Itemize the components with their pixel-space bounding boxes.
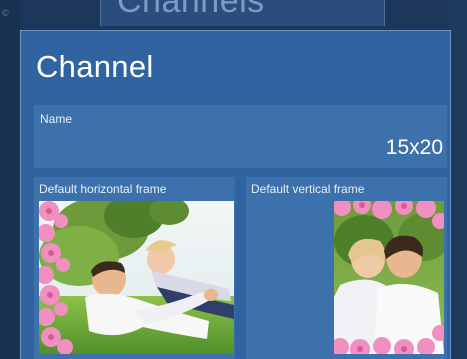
vertical-frame-photo-svg bbox=[334, 201, 444, 354]
vertical-frame-image[interactable] bbox=[334, 201, 444, 354]
background-left-glyph: © bbox=[2, 8, 9, 18]
horizontal-frame-picker[interactable]: Default horizontal frame bbox=[34, 177, 235, 359]
horizontal-frame-photo-svg bbox=[39, 201, 234, 354]
name-value[interactable]: 15x20 bbox=[386, 136, 443, 160]
vertical-frame-picker[interactable]: Default vertical frame bbox=[246, 177, 447, 359]
background-page-title: Channels bbox=[117, 0, 265, 20]
name-field[interactable]: Name 15x20 bbox=[34, 105, 447, 168]
name-label: Name bbox=[40, 112, 73, 126]
horizontal-frame-image[interactable] bbox=[39, 201, 234, 354]
vertical-frame-label: Default vertical frame bbox=[251, 182, 365, 196]
channel-dialog: Channel Name 15x20 Default horizontal fr… bbox=[20, 30, 451, 359]
background-left-panel: © bbox=[0, 0, 20, 359]
horizontal-frame-label: Default horizontal frame bbox=[39, 182, 167, 196]
dialog-title: Channel bbox=[36, 49, 154, 84]
